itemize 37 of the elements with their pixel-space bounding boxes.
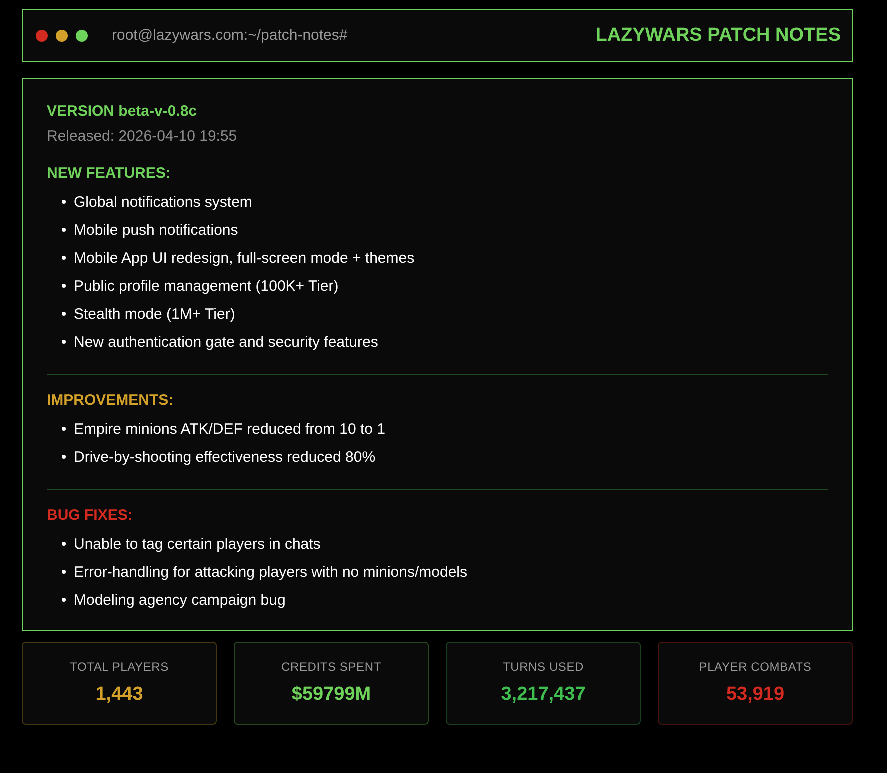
- note-item: Empire minions ATK/DEF reduced from 10 to 1: [74, 420, 386, 438]
- terminal-prompt: root@lazywars.com:~/patch-notes#: [112, 27, 349, 44]
- bullet-icon: [62, 427, 66, 431]
- stat-value: 3,217,437: [501, 684, 586, 706]
- bullet-icon: [62, 256, 66, 260]
- note-item: Global notifications system: [74, 194, 252, 210]
- stat-value: $59799M: [292, 684, 372, 706]
- version-label: VERSION beta-v-0.8c: [47, 103, 198, 120]
- stat-label: TOTAL PLAYERS: [70, 660, 169, 674]
- stat-value: 53,919: [726, 684, 785, 706]
- page-title: LAZYWARS PATCH NOTES: [596, 24, 841, 46]
- stat-label: CREDITS SPENT: [282, 660, 382, 674]
- section-heading: IMPROVEMENTS:: [47, 392, 175, 409]
- bullet-icon: [62, 200, 66, 204]
- stat-label: TURNS USED: [502, 660, 584, 674]
- stat-value: 1,443: [96, 684, 144, 706]
- bullet-icon: [62, 312, 66, 316]
- note-item: Mobile App UI redesign, full-screen mode + themes: [74, 250, 415, 266]
- note-item: Modeling agency campaign bug: [74, 592, 286, 608]
- release-date: Released: 2026-04-10 19:55: [47, 128, 238, 145]
- section-heading: BUG FIXES:: [47, 507, 134, 524]
- bullet-icon: [62, 542, 66, 546]
- bullet-icon: [62, 455, 66, 459]
- note-item: Public profile management (100K+ Tier): [74, 278, 339, 294]
- note-item: Stealth mode (1M+ Tier): [74, 306, 236, 322]
- bullet-icon: [62, 598, 66, 602]
- note-item: Error-handling for attacking players with no minions/models: [74, 564, 468, 580]
- bullet-icon: [62, 340, 66, 344]
- note-item: Drive-by-shooting effectiveness reduced 80%: [74, 448, 376, 466]
- bullet-icon: [62, 228, 66, 232]
- section-heading: NEW FEATURES:: [47, 165, 172, 182]
- bullet-icon: [62, 570, 66, 574]
- note-item: Unable to tag certain players in chats: [74, 536, 321, 552]
- note-item: Mobile push notifications: [74, 222, 238, 238]
- stat-label: PLAYER COMBATS: [699, 660, 812, 674]
- note-item: New authentication gate and security features: [74, 334, 378, 350]
- bullet-icon: [62, 284, 66, 288]
